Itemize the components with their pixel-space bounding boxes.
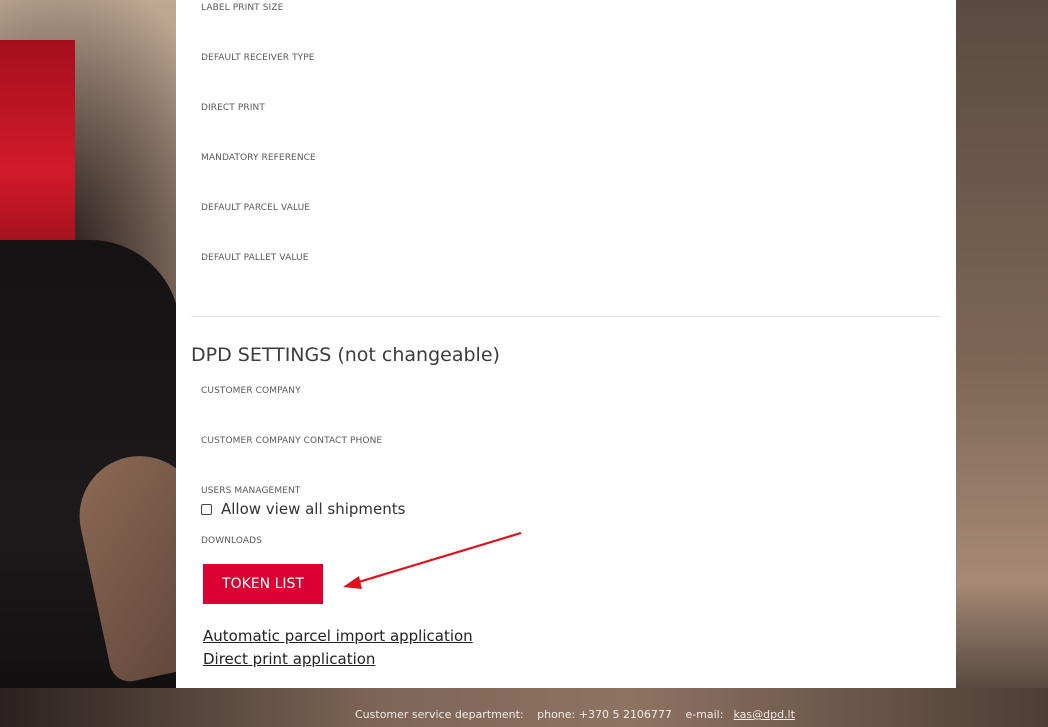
direct-print-app-link[interactable]: Direct print application	[203, 650, 375, 668]
footer-email-link[interactable]: kas@dpd.lt	[733, 708, 794, 721]
allow-view-row[interactable]: Allow view all shipments	[201, 500, 405, 518]
token-list-button[interactable]: TOKEN LIST	[203, 564, 323, 604]
default-pallet-value-label: DEFAULT PALLET VALUE	[201, 253, 309, 263]
footer-department: Customer service department:	[355, 708, 524, 721]
footer: Customer service department: phone: +370…	[355, 708, 795, 721]
default-parcel-value-label: DEFAULT PARCEL VALUE	[201, 203, 311, 213]
allow-view-label[interactable]: Allow view all shipments	[221, 500, 405, 518]
dpd-settings-title: DPD SETTINGS (not changeable)	[191, 344, 500, 366]
default-receiver-type-label: DEFAULT RECEIVER TYPE	[201, 53, 315, 63]
label-print-size-label: LABEL PRINT SIZE	[201, 3, 284, 13]
downloads-label: DOWNLOADS	[201, 536, 262, 546]
footer-email-prefix: e-mail:	[685, 708, 724, 721]
footer-phone: phone: +370 5 2106777	[537, 708, 672, 721]
mandatory-reference-label: MANDATORY REFERENCE	[201, 153, 316, 163]
users-management-label: USERS MANAGEMENT	[201, 486, 301, 496]
direct-print-label: DIRECT PRINT	[201, 103, 265, 113]
customer-phone-label: CUSTOMER COMPANY CONTACT PHONE	[201, 436, 383, 446]
section-divider	[191, 316, 941, 317]
background-right	[953, 0, 1048, 727]
customer-company-label: CUSTOMER COMPANY	[201, 386, 301, 396]
allow-view-checkbox[interactable]	[201, 503, 212, 515]
settings-card: LABEL PRINT SIZE DEFAULT RECEIVER TYPE D…	[176, 0, 956, 688]
parcel-import-app-link[interactable]: Automatic parcel import application	[203, 627, 473, 645]
